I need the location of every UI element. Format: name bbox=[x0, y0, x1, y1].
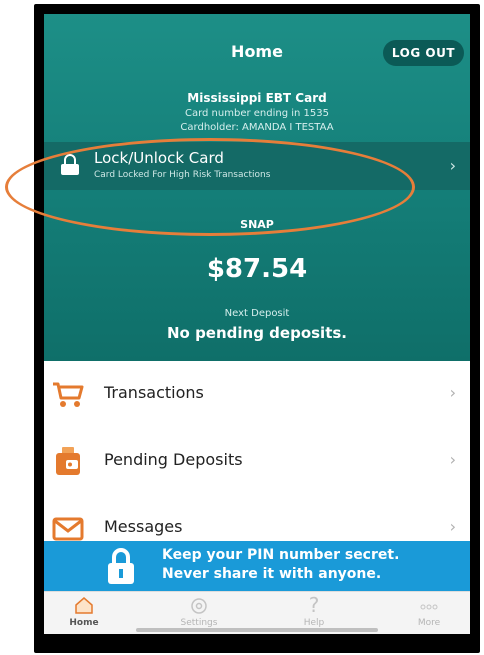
cardholder-line: Cardholder: AMANDA I TESTAA bbox=[180, 122, 334, 133]
svg-text:?: ? bbox=[309, 595, 320, 615]
gear-icon bbox=[191, 598, 207, 614]
tab-more[interactable]: More bbox=[389, 592, 469, 634]
banner-line-2: Never share it with anyone. bbox=[162, 566, 382, 582]
next-deposit-label: Next Deposit bbox=[224, 308, 290, 319]
banner-line-1: Keep your PIN number secret. bbox=[162, 547, 400, 563]
banner-message: Keep your PIN number secret. Never share… bbox=[162, 546, 399, 584]
chevron-right-icon: › bbox=[449, 383, 456, 402]
menu-item-label: Messages bbox=[104, 517, 183, 536]
card-name: Mississippi EBT Card bbox=[187, 91, 327, 105]
highlight-annotation-oval bbox=[5, 138, 415, 236]
pending-deposit-icon bbox=[56, 447, 80, 475]
card-number-line: Card number ending in 1535 bbox=[184, 108, 329, 119]
shopping-cart-icon bbox=[53, 382, 84, 407]
envelope-icon bbox=[52, 517, 84, 541]
logout-button[interactable]: LOG OUT bbox=[382, 40, 464, 66]
padlock-icon bbox=[108, 548, 134, 584]
balance-amount: $87.54 bbox=[206, 254, 308, 284]
menu-item-label: Transactions bbox=[104, 383, 204, 402]
question-icon: ? bbox=[309, 595, 320, 615]
next-deposit-value: No pending deposits. bbox=[166, 324, 347, 342]
home-icon bbox=[75, 597, 93, 614]
app-screen: Home LOG OUT Mississippi EBT Card Card n… bbox=[44, 14, 470, 634]
tab-home[interactable]: Home bbox=[44, 592, 124, 634]
home-indicator bbox=[136, 628, 378, 632]
tab-label: Help bbox=[303, 618, 325, 628]
chevron-right-icon: › bbox=[449, 517, 456, 536]
chevron-right-icon: › bbox=[449, 156, 456, 175]
chevron-right-icon: › bbox=[449, 450, 456, 469]
menu-item-label: Pending Deposits bbox=[104, 450, 243, 469]
menu-item-pending-deposits[interactable]: Pending Deposits › bbox=[44, 428, 470, 496]
more-dots-icon bbox=[420, 604, 438, 610]
tab-label: Home bbox=[69, 618, 99, 628]
tab-label: More bbox=[417, 618, 441, 628]
menu-item-transactions[interactable]: Transactions › bbox=[44, 361, 470, 429]
tab-label: Settings bbox=[180, 618, 218, 628]
pin-security-banner: Keep your PIN number secret. Never share… bbox=[44, 541, 470, 591]
